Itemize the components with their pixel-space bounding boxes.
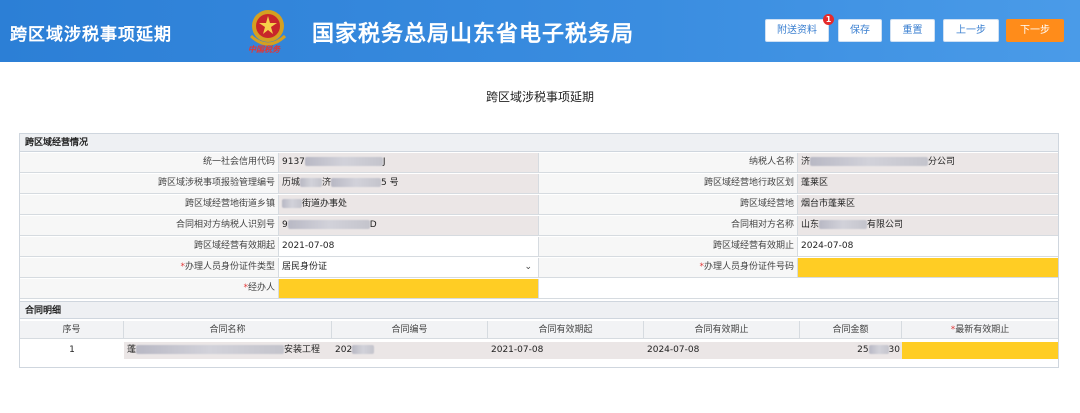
id-no-label: *办理人员身份证件号码 [538, 258, 797, 277]
col-header: 合同有效期止 [644, 321, 800, 339]
form-row: 跨区域经营地街道乡镇 街道办事处 跨区域经营地 烟台市蓬莱区 [20, 195, 1058, 215]
contract-start: 2021-07-08 [488, 342, 644, 359]
contract-table-header: 序号 合同名称 合同编号 合同有效期起 合同有效期止 合同金额 *最新有效期止 [20, 321, 1058, 339]
attach-count-badge: 1 [823, 14, 834, 25]
valid-from-value: 2021-07-08 [278, 237, 538, 256]
col-header: 序号 [20, 321, 124, 339]
bureau-title: 国家税务总局山东省电子税务局 [312, 22, 635, 47]
counterparty-id-value: 9D [278, 216, 538, 235]
form-row: 跨区域经营有效期起 2021-07-08 跨区域经营有效期止 2024-07-0… [20, 237, 1058, 257]
app-title: 跨区域涉税事项延期 [10, 25, 172, 45]
valid-to-value: 2024-07-08 [797, 237, 1058, 256]
biz-place-label: 跨区域经营地 [538, 195, 797, 214]
col-header: 合同金额 [800, 321, 902, 339]
street-label: 跨区域经营地街道乡镇 [20, 195, 278, 214]
id-type-label: *办理人员身份证件类型 [20, 258, 278, 277]
reset-button[interactable]: 重置 [890, 19, 935, 42]
district-label: 跨区域经营地行政区划 [538, 174, 797, 193]
form-row: 统一社会信用代码 9137 J 纳税人名称 济分公司 [20, 153, 1058, 173]
form-row: *办理人员身份证件类型 居民身份证 ⌄ *办理人员身份证件号码 [20, 258, 1058, 278]
id-no-input[interactable] [797, 258, 1058, 277]
credit-code-value: 9137 J [278, 153, 538, 172]
section-business-header: 跨区域经营情况 [20, 134, 1058, 152]
handler-label: *经办人 [20, 279, 278, 298]
col-header: 合同编号 [332, 321, 488, 339]
form-row: *经办人 [20, 279, 1058, 299]
valid-from-label: 跨区域经营有效期起 [20, 237, 278, 256]
id-type-select[interactable]: 居民身份证 ⌄ [278, 258, 538, 277]
contract-end: 2024-07-08 [644, 342, 800, 359]
contract-name: 蓬安装工程 [124, 342, 332, 359]
chevron-down-icon: ⌄ [524, 262, 532, 272]
col-header-latest-end: *最新有效期止 [950, 325, 1010, 335]
row-index: 1 [20, 342, 124, 359]
top-header: 跨区域涉税事项延期 中国税务 国家税务总局山东省电子税务局 附送资料 1 保存 … [0, 0, 1080, 62]
page-title: 跨区域涉税事项延期 [485, 90, 594, 104]
next-step-button[interactable]: 下一步 [1006, 19, 1064, 42]
valid-to-label: 跨区域经营有效期止 [538, 237, 797, 256]
counterparty-name-value: 山东 有限公司 [797, 216, 1058, 235]
contract-amount: 25 30 [800, 342, 902, 359]
section-contract-header: 合同明细 [20, 301, 1058, 319]
col-header: 合同有效期起 [488, 321, 644, 339]
latest-end-input[interactable] [902, 342, 1058, 359]
biz-place-value: 烟台市蓬莱区 [797, 195, 1058, 214]
report-no-value: 历城济 5 号 [278, 174, 538, 193]
district-value: 蓬莱区 [797, 174, 1058, 193]
contract-number: 202 [332, 342, 488, 359]
credit-code-label: 统一社会信用代码 [20, 153, 278, 172]
save-button[interactable]: 保存 [838, 19, 882, 42]
counterparty-name-label: 合同相对方名称 [538, 216, 797, 235]
empty-cell [538, 279, 1058, 298]
counterparty-id-label: 合同相对方纳税人识别号 [20, 216, 278, 235]
attach-materials-button[interactable]: 附送资料 [765, 19, 829, 42]
table-row: 1 蓬安装工程 202 2021-07-08 2024-07-08 25 30 [20, 340, 1058, 360]
handler-input[interactable] [278, 279, 538, 298]
street-value: 街道办事处 [278, 195, 538, 214]
prev-step-button[interactable]: 上一步 [943, 19, 999, 42]
emblem-caption: 中国税务 [248, 44, 280, 54]
form-row: 跨区域涉税事项报验管理编号 历城济 5 号 跨区域经营地行政区划 蓬莱区 [20, 174, 1058, 194]
col-header: 合同名称 [124, 321, 332, 339]
extension-form: 跨区域经营情况 统一社会信用代码 9137 J 纳税人名称 济分公司 跨区域涉税事… [19, 133, 1059, 368]
taxpayer-name-label: 纳税人名称 [538, 153, 797, 172]
report-no-label: 跨区域涉税事项报验管理编号 [20, 174, 278, 193]
form-row: 合同相对方纳税人识别号 9D 合同相对方名称 山东 有限公司 [20, 216, 1058, 236]
taxpayer-name-value: 济分公司 [797, 153, 1058, 172]
